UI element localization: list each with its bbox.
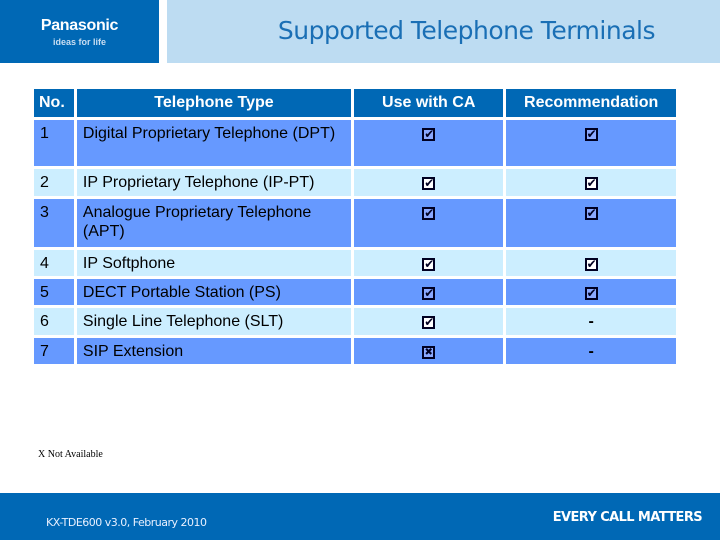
checkbox-checked-icon: ✔	[422, 314, 436, 329]
checkbox-checked-icon: ✔	[584, 205, 598, 220]
checkbox-checked-icon: ✔	[422, 285, 436, 300]
checkbox-checked-icon: ✔	[422, 205, 436, 220]
panasonic-logo: Panasonic ideas for life	[0, 0, 159, 63]
cell-use-with-ca: ✔	[354, 250, 504, 276]
cell-use-with-ca: ✔	[354, 120, 504, 166]
cell-use-with-ca: ✔	[354, 199, 504, 247]
table-row: 6 Single Line Telephone (SLT) ✔ -	[34, 308, 676, 335]
cell-recommendation: ✔	[506, 120, 676, 166]
cell-no: 2	[34, 169, 74, 196]
logo-tagline: ideas for life	[52, 37, 106, 47]
cell-recommendation: -	[506, 338, 676, 364]
table-row: 7 SIP Extension ✖ -	[34, 338, 676, 364]
footer-version: KX-TDE600 v3.0, February 2010	[46, 516, 207, 529]
column-header-type: Telephone Type	[76, 89, 352, 117]
cell-no: 6	[34, 308, 74, 335]
logo-brand-name: Panasonic	[40, 17, 119, 34]
table-row: 3 Analogue Proprietary Telephone (APT) ✔ ✔	[34, 199, 676, 247]
table-header-row: No. Telephone Type Use with CA Recommend…	[34, 89, 676, 117]
cell-telephone-type: IP Proprietary Telephone (IP-PT)	[76, 169, 352, 196]
legend-note: X Not Available	[38, 449, 103, 460]
footer-bar: KX-TDE600 v3.0, February 2010 EVERY CALL…	[0, 493, 720, 540]
table-row: 2 IP Proprietary Telephone (IP-PT) ✔ ✔	[34, 169, 676, 196]
column-header-recommendation: Recommendation	[506, 89, 676, 117]
column-header-no: No.	[34, 89, 74, 117]
checkbox-checked-icon: ✔	[422, 126, 436, 141]
cell-recommendation: ✔	[506, 169, 676, 196]
page-title: Supported Telephone Terminals	[277, 16, 656, 45]
cell-telephone-type: Single Line Telephone (SLT)	[76, 308, 352, 335]
checkbox-checked-icon: ✔	[422, 256, 436, 271]
cell-no: 7	[34, 338, 74, 364]
cell-telephone-type: IP Softphone	[76, 250, 352, 276]
cell-recommendation: ✔	[506, 279, 676, 305]
cell-no: 5	[34, 279, 74, 305]
cell-use-with-ca: ✔	[354, 279, 504, 305]
table-row: 1 Digital Proprietary Telephone (DPT) ✔ ✔	[34, 120, 676, 166]
cell-recommendation: ✔	[506, 250, 676, 276]
checkbox-checked-icon: ✔	[584, 126, 598, 141]
cell-telephone-type: Analogue Proprietary Telephone (APT)	[76, 199, 352, 247]
checkbox-checked-icon: ✔	[584, 175, 598, 190]
footer-slogan: EVERY CALL MATTERS	[552, 510, 703, 525]
cell-use-with-ca: ✖	[354, 338, 504, 364]
terminals-table: No. Telephone Type Use with CA Recommend…	[31, 86, 679, 367]
table-row: 5 DECT Portable Station (PS) ✔ ✔	[34, 279, 676, 305]
checkbox-checked-icon: ✔	[584, 285, 598, 300]
cell-no: 1	[34, 120, 74, 166]
cell-no: 4	[34, 250, 74, 276]
not-applicable-dash: -	[588, 313, 594, 330]
cell-use-with-ca: ✔	[354, 308, 504, 335]
cell-use-with-ca: ✔	[354, 169, 504, 196]
cell-no: 3	[34, 199, 74, 247]
cell-recommendation: -	[506, 308, 676, 335]
cell-recommendation: ✔	[506, 199, 676, 247]
checkbox-crossed-icon: ✖	[422, 345, 436, 359]
title-banner: Supported Telephone Terminals	[167, 0, 720, 63]
cell-telephone-type: DECT Portable Station (PS)	[76, 279, 352, 305]
cell-telephone-type: SIP Extension	[76, 338, 352, 364]
not-applicable-dash: -	[588, 343, 594, 360]
checkbox-checked-icon: ✔	[584, 256, 598, 271]
checkbox-checked-icon: ✔	[422, 175, 436, 190]
column-header-use-with-ca: Use with CA	[354, 89, 504, 117]
cell-telephone-type: Digital Proprietary Telephone (DPT)	[76, 120, 352, 166]
table-row: 4 IP Softphone ✔ ✔	[34, 250, 676, 276]
